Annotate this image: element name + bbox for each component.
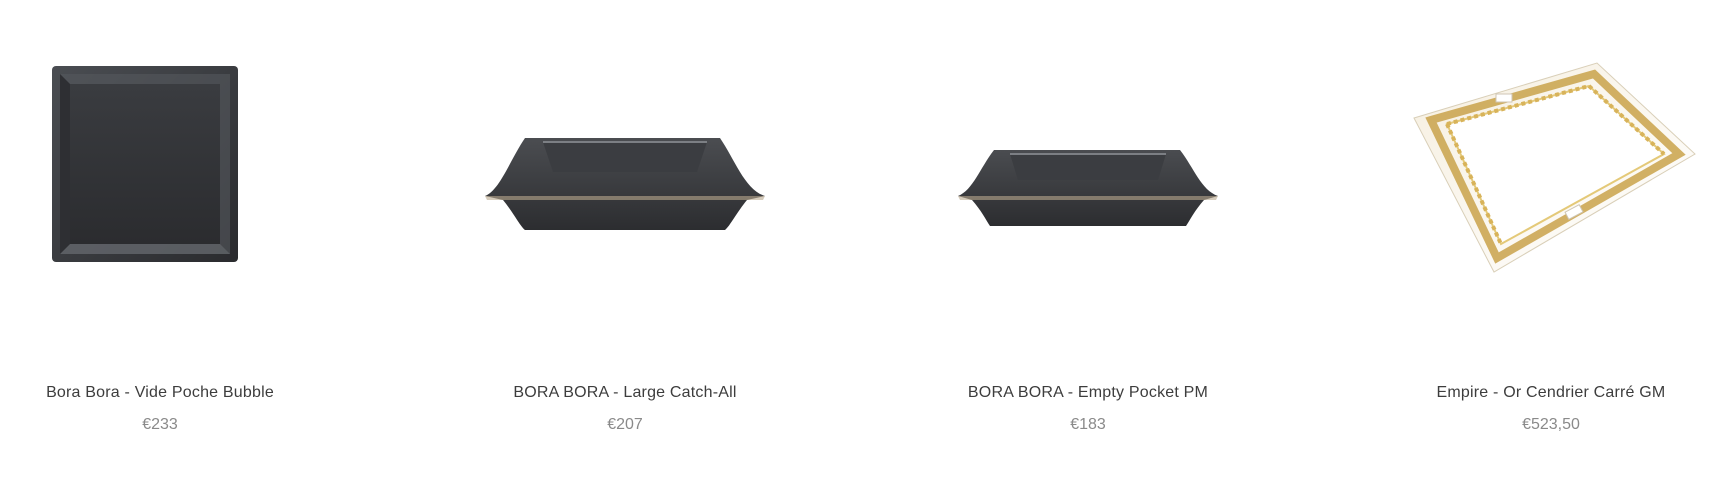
square-dark-tray-image [52, 66, 238, 262]
small-dark-tray-image [958, 150, 1218, 226]
product-image[interactable] [1351, 0, 1730, 360]
product-price: €523,50 [1522, 416, 1580, 433]
product-grid: Bora Bora - Vide Poche Bubble €233 BORA … [0, 0, 1730, 482]
product-title[interactable]: Empire - Or Cendrier Carré GM [1351, 384, 1730, 402]
gold-ashtray-image [1413, 62, 1696, 273]
product-price: €233 [142, 416, 178, 433]
product-card[interactable]: BORA BORA - Large Catch-All €207 [425, 0, 825, 482]
product-title[interactable]: BORA BORA - Large Catch-All [425, 384, 825, 402]
product-title[interactable]: BORA BORA - Empty Pocket PM [888, 384, 1288, 402]
product-card[interactable]: Bora Bora - Vide Poche Bubble €233 [0, 0, 360, 482]
product-price: €207 [607, 416, 643, 433]
product-card[interactable]: BORA BORA - Empty Pocket PM €183 [888, 0, 1288, 482]
product-card[interactable]: Empire - Or Cendrier Carré GM €523,50 [1351, 0, 1730, 482]
product-price: €183 [1070, 416, 1106, 433]
large-dark-tray-image [485, 138, 765, 230]
product-image[interactable] [425, 0, 825, 360]
product-image[interactable] [0, 0, 360, 360]
product-image[interactable] [888, 0, 1288, 360]
product-title[interactable]: Bora Bora - Vide Poche Bubble [0, 384, 360, 402]
